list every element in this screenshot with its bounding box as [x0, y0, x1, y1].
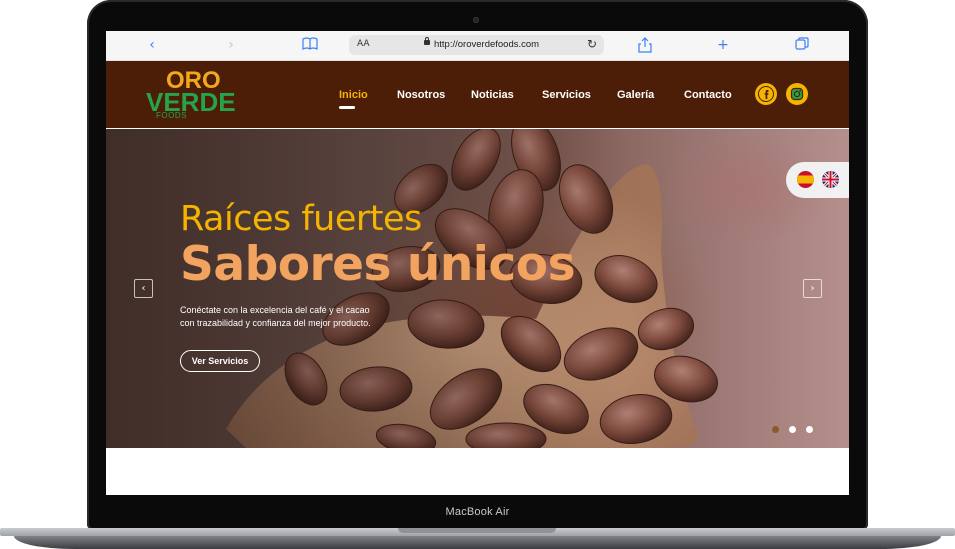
device-label: MacBook Air [445, 506, 510, 518]
hero-description: Conéctate con la excelencia del café y e… [180, 305, 371, 328]
nav-galeria[interactable]: Galería [617, 89, 654, 101]
address-bar[interactable]: AA http://oroverdefoods.com ↻ [349, 35, 604, 55]
language-switcher [786, 162, 849, 198]
tabs-icon[interactable] [794, 37, 810, 53]
reader-button[interactable]: AA [357, 39, 370, 49]
browser-toolbar: ‹ › AA http://oroverdefoods.com ↻ + [106, 31, 849, 61]
share-icon[interactable] [637, 37, 653, 53]
prev-slide-icon[interactable]: ‹ [134, 279, 153, 298]
lid-notch [398, 528, 556, 533]
nav-contacto[interactable]: Contacto [684, 89, 732, 101]
hero-title-line1: Raíces fuertes [180, 199, 422, 239]
forward-icon[interactable]: › [223, 37, 239, 53]
camera-icon [473, 17, 479, 23]
next-slide-icon[interactable]: › [803, 279, 822, 298]
laptop-base [0, 528, 955, 549]
nav-noticias[interactable]: Noticias [471, 89, 514, 101]
nav-active-indicator [339, 106, 355, 109]
lock-icon [424, 37, 430, 45]
nav-inicio[interactable]: Inicio [339, 89, 368, 101]
site-logo[interactable]: ORO VERDE FOODS [146, 69, 236, 123]
facebook-icon[interactable] [755, 83, 777, 105]
screen: ‹ › AA http://oroverdefoods.com ↻ + ORO … [106, 31, 849, 495]
nav-servicios[interactable]: Servicios [542, 89, 591, 101]
hero-title-line2: Sabores únicos [180, 237, 576, 292]
es-flag-icon[interactable] [797, 171, 814, 188]
slide-dot-1[interactable] [772, 426, 779, 433]
back-icon[interactable]: ‹ [144, 37, 160, 53]
slide-dot-3[interactable] [806, 426, 813, 433]
site-header: ORO VERDE FOODS Inicio Nosotros Noticias… [106, 61, 849, 128]
new-tab-icon[interactable]: + [715, 37, 731, 53]
reload-icon[interactable]: ↻ [587, 37, 597, 51]
uk-flag-icon[interactable] [822, 171, 839, 188]
nav-nosotros[interactable]: Nosotros [397, 89, 445, 101]
ver-servicios-button[interactable]: Ver Servicios [180, 350, 260, 372]
bezel-bottom: MacBook Air [87, 494, 868, 530]
slide-dot-2[interactable] [789, 426, 796, 433]
bookmarks-icon[interactable] [302, 37, 318, 53]
url-text[interactable]: http://oroverdefoods.com [434, 39, 539, 50]
hero-slider: Raíces fuertes Sabores únicos Conéctate … [106, 129, 849, 448]
instagram-icon[interactable] [786, 83, 808, 105]
